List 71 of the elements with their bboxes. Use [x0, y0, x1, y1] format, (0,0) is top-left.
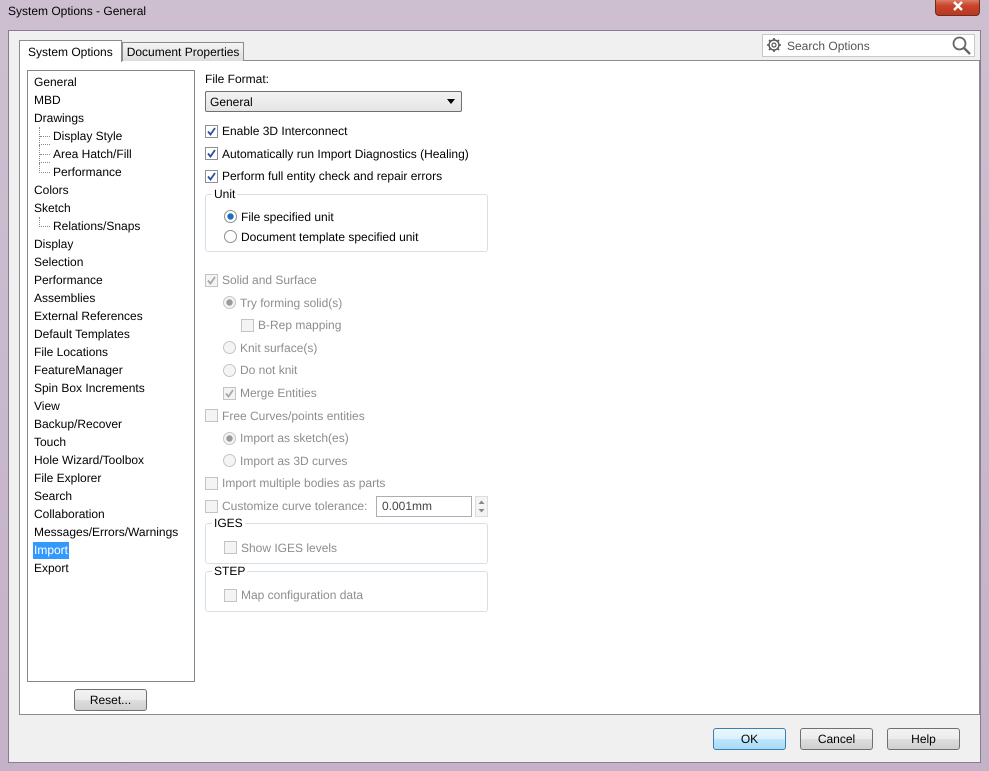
tree-item[interactable]: Default Templates — [33, 326, 131, 343]
option-label: Document template specified unit — [241, 228, 418, 246]
option-label: Import as sketch(es) — [240, 430, 349, 448]
tree-connector — [39, 217, 50, 227]
option-label: Do not knit — [240, 362, 298, 380]
tree-item[interactable]: Display — [33, 236, 74, 253]
tree-item[interactable]: General — [33, 74, 78, 91]
field-label: File Format: — [205, 71, 270, 88]
tree-item[interactable]: File Locations — [33, 344, 110, 361]
option-label: B-Rep mapping — [258, 317, 342, 334]
tree-item[interactable]: Spin Box Increments — [33, 380, 146, 397]
tree-item[interactable]: Search — [33, 488, 74, 505]
tree-item[interactable]: Collaboration — [33, 506, 106, 523]
tree-item[interactable]: Performance — [52, 164, 123, 181]
tree-item[interactable]: Assemblies — [33, 290, 96, 307]
caret-icon — [447, 99, 455, 104]
spinner-icon[interactable] — [475, 496, 488, 517]
tree-item[interactable]: External References — [33, 308, 144, 325]
option-label: Try forming solid(s) — [240, 294, 342, 312]
tree-item[interactable]: Drawings — [33, 110, 86, 127]
tree-item[interactable]: Performance — [33, 272, 104, 289]
tree-item[interactable]: Export — [33, 560, 70, 577]
close-icon — [950, 0, 964, 12]
tree-item[interactable]: File Explorer — [33, 470, 102, 487]
option-label: Solid and Surface — [222, 272, 317, 290]
gear-icon — [766, 37, 782, 53]
option-label: Merge Entities — [240, 385, 317, 402]
option-label: Customize curve tolerance: — [222, 498, 368, 516]
tree-item[interactable]: Area Hatch/Fill — [52, 146, 133, 163]
checkbox[interactable] — [205, 124, 218, 138]
option-label: Enable 3D Interconnect — [222, 123, 348, 140]
tab[interactable]: Document Properties — [122, 42, 244, 61]
tree-item[interactable]: View — [33, 398, 61, 415]
dialog-button[interactable]: OK — [713, 728, 786, 750]
reset-button[interactable]: Reset... — [74, 689, 147, 711]
option-label: Show IGES levels — [241, 540, 338, 557]
search-icon[interactable] — [952, 36, 971, 55]
tree-item[interactable]: Touch — [33, 434, 68, 451]
group-title: IGES — [212, 516, 245, 530]
tree-item[interactable]: FeatureManager — [33, 362, 124, 379]
group-title: STEP — [212, 564, 248, 578]
radio-button[interactable] — [224, 210, 237, 224]
tree-item[interactable]: Selection — [33, 254, 84, 271]
tree-item[interactable]: Display Style — [52, 128, 124, 145]
option-label: Perform full entity check and repair errors — [222, 168, 442, 186]
option-label: Knit surface(s) — [240, 340, 318, 357]
checkbox[interactable] — [205, 147, 218, 160]
option-label: Map configuration data — [241, 587, 364, 604]
tree-connector — [39, 127, 50, 145]
tree-item[interactable]: Messages/Errors/Warnings — [33, 524, 180, 541]
option-label: Automatically run Import Diagnostics (Healing) — [222, 146, 469, 163]
option-label: File specified unit — [241, 208, 334, 226]
option-label: Import as 3D curves — [240, 452, 348, 470]
close-button[interactable] — [935, 0, 980, 16]
window-title: System Options - General — [8, 3, 146, 20]
tree-item[interactable]: Relations/Snaps — [52, 218, 142, 235]
radio-button[interactable] — [224, 230, 237, 244]
tree-item[interactable]: Backup/Recover — [33, 416, 124, 433]
tree-item[interactable]: Hole Wizard/Toolbox — [33, 452, 146, 469]
option-label: Free Curves/points entities — [222, 408, 365, 425]
group-title: Unit — [212, 186, 238, 201]
tab[interactable]: System Options — [19, 40, 122, 62]
tree-item[interactable]: MBD — [33, 92, 62, 109]
dialog-button[interactable]: Cancel — [800, 728, 873, 750]
checkbox[interactable] — [205, 170, 218, 183]
option-label: Import multiple bodies as parts — [222, 475, 386, 492]
tree-item[interactable]: Colors — [33, 182, 70, 199]
file-format-dropdown[interactable]: General — [205, 91, 462, 112]
dialog-button[interactable]: Help — [887, 728, 960, 750]
search-field[interactable]: Search Options — [762, 34, 975, 57]
tree-item[interactable]: Sketch — [33, 200, 72, 217]
